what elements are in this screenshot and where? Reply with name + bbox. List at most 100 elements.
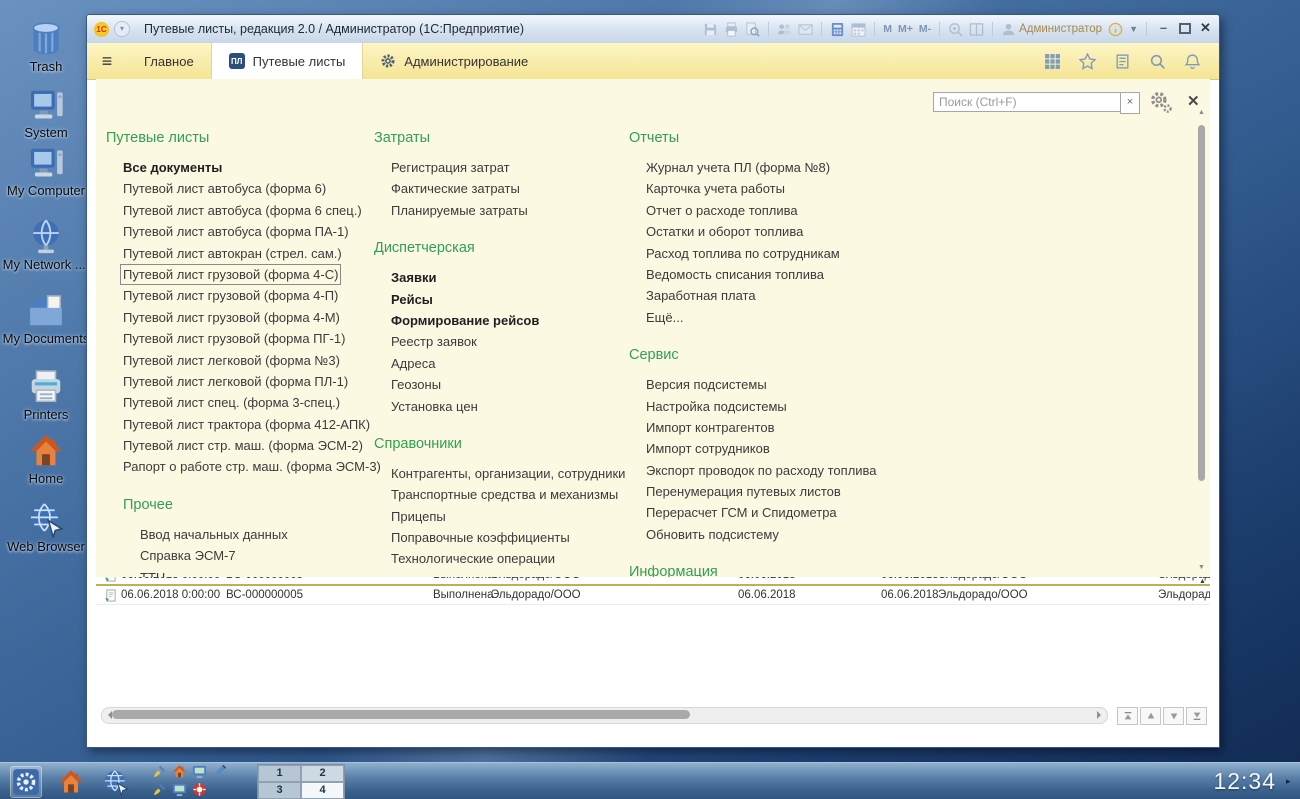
current-user[interactable]: Администратор	[1001, 22, 1102, 37]
info-icon[interactable]	[1108, 22, 1123, 37]
calculator-icon[interactable]	[830, 22, 845, 37]
menu-item[interactable]: Поправочные коэффициенты	[374, 527, 624, 548]
go-down-button[interactable]	[1163, 707, 1184, 725]
favorites-star-icon[interactable]	[1079, 53, 1096, 70]
horizontal-scrollbar-thumb[interactable]	[112, 710, 690, 719]
menu-item[interactable]: Регистрация затрат	[374, 157, 624, 178]
panel-settings-gear-icon[interactable]	[1149, 90, 1173, 114]
menu-section-title[interactable]: Затраты	[374, 129, 624, 147]
browser-globe-icon[interactable]	[100, 766, 132, 798]
menu-item[interactable]: Путевой лист автокран (стрел. сам.)	[106, 243, 366, 264]
menu-item[interactable]: Ещё...	[629, 307, 939, 328]
menu-item[interactable]: Журнал учета ПЛ (форма №8)	[629, 157, 939, 178]
red-house-icon[interactable]	[172, 764, 191, 781]
print-icon[interactable]	[724, 22, 739, 37]
menu-item[interactable]: Прицепы	[374, 506, 624, 527]
sweeper-icon[interactable]	[152, 764, 171, 781]
menu-item[interactable]: Транспортные средства и механизмы	[374, 484, 624, 505]
separator[interactable]	[768, 22, 769, 36]
search-clear-button[interactable]: ×	[1120, 92, 1140, 114]
menu-item[interactable]: Контрагенты, организации, сотрудники	[374, 463, 624, 484]
display-icon[interactable]	[172, 782, 191, 799]
menu-item[interactable]: Путевой лист грузовой (форма 4-М)	[106, 307, 366, 328]
menu-item[interactable]: Импорт контрагентов	[629, 417, 939, 438]
menu-item[interactable]: Путевой лист стр. маш. (форма ЭСМ-2)	[106, 435, 366, 456]
go-first-button[interactable]	[1117, 707, 1138, 725]
search-icon[interactable]	[1149, 53, 1166, 70]
go-last-button[interactable]	[1186, 707, 1207, 725]
menu-item[interactable]: Настройка подсистемы	[629, 396, 939, 417]
menu-item[interactable]: Остатки и оборот топлива	[629, 221, 939, 242]
monitor-icon[interactable]	[192, 764, 211, 781]
menu-item[interactable]: Отчет о расходе топлива	[629, 200, 939, 221]
desktop-3[interactable]: 3	[258, 782, 301, 799]
menu-item[interactable]: Формирование рейсов	[374, 310, 624, 331]
menu-section-title[interactable]: Информация	[629, 563, 939, 577]
scale-m-minus-button[interactable]: M-	[919, 23, 931, 35]
menu-item[interactable]: Путевой лист автобуса (форма 6 спец.)	[106, 200, 366, 221]
separator[interactable]	[821, 22, 822, 36]
menu-item[interactable]: Перерасчет ГСМ и Спидометра	[629, 502, 939, 523]
list-scroll-up-icon[interactable]: ▲	[1197, 578, 1208, 589]
go-up-button[interactable]	[1140, 707, 1161, 725]
menu-item[interactable]: Экспорт проводок по расходу топлива	[629, 460, 939, 481]
menu-section-title[interactable]: Путевые листы	[106, 129, 366, 147]
menu-item[interactable]: Путевой лист грузовой (форма 4-П)	[106, 285, 366, 306]
app-menu-icon[interactable]	[10, 766, 42, 798]
menu-item[interactable]: Реестр заявок	[374, 331, 624, 352]
menu-item[interactable]: Расход топлива по сотрудникам	[629, 243, 939, 264]
trash-icon[interactable]: Trash	[2, 20, 90, 74]
contacts-icon[interactable]	[777, 22, 792, 37]
my-documents-icon[interactable]: My Documents	[2, 292, 90, 346]
separator[interactable]	[874, 22, 875, 36]
menu-item[interactable]: Установка цен	[374, 396, 624, 417]
my-network-icon[interactable]: My Network ....	[2, 218, 90, 272]
menu-item[interactable]: Заявки	[374, 267, 624, 288]
system-menu-icon[interactable]: ▾	[114, 21, 130, 37]
separator[interactable]	[992, 22, 993, 36]
calendar-icon[interactable]	[851, 22, 866, 37]
sweeper-icon[interactable]	[152, 782, 171, 799]
menu-item[interactable]: Путевой лист трактора (форма 412-АПК)	[106, 414, 366, 435]
tab-trip-tickets[interactable]: ПЛ Путевые листы	[211, 43, 364, 79]
menu-section-title[interactable]: Сервис	[629, 346, 939, 364]
menu-item[interactable]: Фактические затраты	[374, 178, 624, 199]
split-view-icon[interactable]	[969, 22, 984, 37]
tab-administration[interactable]: Администрирование	[363, 43, 545, 79]
menu-item[interactable]: Путевой лист легковой (форма №3)	[106, 350, 366, 371]
menu-item[interactable]: Ведомость списания топлива	[629, 264, 939, 285]
desktop-1[interactable]: 1	[258, 765, 301, 782]
separator[interactable]	[1146, 22, 1147, 36]
menu-section-title[interactable]: Отчеты	[629, 129, 939, 147]
menu-section-title[interactable]: Прочее	[123, 496, 366, 514]
dropdown-caret[interactable]: ▼	[1129, 24, 1138, 34]
menu-item[interactable]: Импорт сотрудников	[629, 438, 939, 459]
scale-m-plus-button[interactable]: M+	[898, 23, 913, 35]
web-browser-icon[interactable]: Web Browser	[2, 500, 90, 554]
table-row[interactable]: 06.06.2018 0:00:00ВС-000000005ВыполненаЭ…	[96, 587, 1210, 605]
pen-icon[interactable]	[212, 764, 231, 781]
mail-icon[interactable]	[798, 22, 813, 37]
maximize-button[interactable]	[1178, 21, 1191, 35]
printers-icon[interactable]: Printers	[2, 368, 90, 422]
notifications-bell-icon[interactable]	[1184, 53, 1201, 70]
print-preview-icon[interactable]	[745, 22, 760, 37]
menu-item[interactable]: Перенумерация путевых листов	[629, 481, 939, 502]
menu-item[interactable]: Версия подсистемы	[629, 374, 939, 395]
my-computer-icon[interactable]: My Computer	[2, 144, 90, 198]
home-folder-icon[interactable]	[55, 766, 87, 798]
menu-section-title[interactable]: Диспетчерская	[374, 239, 624, 257]
menu-item[interactable]: Путевой лист грузовой (форма ПГ-1)	[106, 328, 366, 349]
minimize-button[interactable]: –	[1157, 21, 1170, 35]
menu-item[interactable]: Технологические операции	[374, 548, 624, 569]
taskbar-clock[interactable]: 12:34	[1213, 768, 1276, 795]
menu-item[interactable]: Заработная плата	[629, 285, 939, 306]
panel-hide-arrow-icon[interactable]: ▸	[1286, 776, 1298, 787]
separator[interactable]	[939, 22, 940, 36]
scroll-up-icon[interactable]: ▲	[1196, 109, 1207, 116]
menu-item[interactable]: Путевой лист автобуса (форма ПА-1)	[106, 221, 366, 242]
scale-m-button[interactable]: M	[883, 23, 892, 35]
titlebar[interactable]: 1С ▾ Путевые листы, редакция 2.0 / Админ…	[87, 15, 1219, 44]
panel-scrollbar[interactable]: ▲ ▼	[1196, 109, 1207, 571]
menu-item[interactable]: Обновить подсистему	[629, 524, 939, 545]
